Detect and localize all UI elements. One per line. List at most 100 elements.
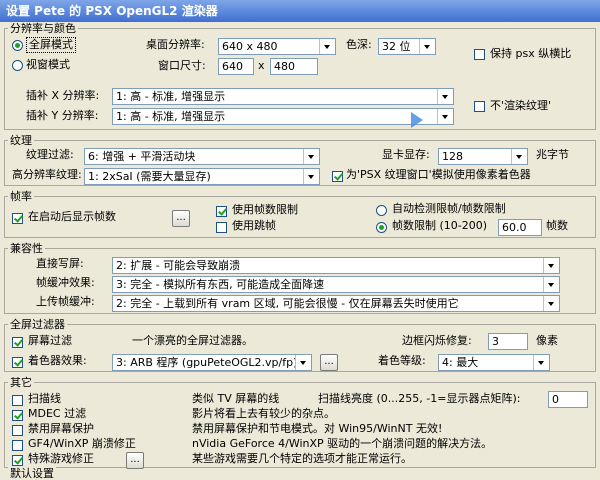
scanlines-label: 扫描线 <box>28 392 61 405</box>
show-fps-label: 在启动后显示帧数 <box>28 210 116 223</box>
scanline-brightness-label: 扫描线亮度 (0...255, -1=显示器点矩阵): <box>318 392 521 405</box>
frame-limit-input[interactable]: 60.0 <box>498 219 542 236</box>
edge-fix-label: 边框闪烁修复: <box>402 334 472 347</box>
chevron-down-icon <box>533 355 549 370</box>
use-frame-skip-label: 使用跳帧 <box>232 219 276 232</box>
window-mode-radio[interactable] <box>12 60 23 71</box>
keep-aspect-label: 保持 psx 纵横比 <box>490 47 572 60</box>
fullscreen-label: 全屏模式 <box>26 37 76 53</box>
use-frame-skip-checkbox[interactable] <box>216 222 227 233</box>
window-title: 设置 Pete 的 PSX OpenGL2 渲染器 <box>0 0 600 22</box>
chevron-down-icon <box>543 296 559 311</box>
vram-label: 显卡显存: <box>382 148 430 161</box>
gf4-fix-desc: nVidia GeForce 4/WinXP 驱动的一个崩溃问题的解决方法。 <box>192 437 493 450</box>
interp-y-label: 插补 Y 分辨率: <box>26 109 99 122</box>
no-render-texture-label: 不'渲染纹理' <box>490 99 552 112</box>
chevron-down-icon <box>319 39 335 54</box>
auto-detect-limit-label: 自动检测限帧/帧数限制 <box>392 202 506 215</box>
desktop-res-select[interactable]: 640 x 480 <box>218 38 336 55</box>
fb-effects-select[interactable]: 3: 完全 - 模拟所有东西, 可能造成全面降速 <box>112 276 560 293</box>
fb-effects-label: 帧缓冲效果: <box>36 276 95 289</box>
chevron-down-icon <box>295 355 311 370</box>
edge-fix-input[interactable]: 3 <box>488 333 528 350</box>
window-width-input[interactable]: 640 <box>218 58 254 75</box>
shader-effect-select[interactable]: 3: ARB 程序 (gpuPeteOGL2.vp/fp) <box>112 354 312 371</box>
window-height-input[interactable]: 480 <box>270 58 318 75</box>
special-game-fix-label: 特殊游戏修正 <box>28 452 94 465</box>
interp-x-label: 插补 X 分辨率: <box>26 89 100 102</box>
fb-upload-label: 上传帧缓冲: <box>36 295 95 308</box>
disable-screensaver-checkbox[interactable] <box>12 425 23 436</box>
chevron-down-icon <box>303 149 319 164</box>
interp-x-value: 1: 高 - 标准, 增强显示 <box>116 90 226 103</box>
shader-effect-value: 3: ARB 程序 (gpuPeteOGL2.vp/fp) <box>116 356 298 369</box>
vram-select[interactable]: 128 <box>438 148 528 165</box>
use-frame-limit-label: 使用帧数限制 <box>232 203 298 216</box>
window-size-label: 窗口尺寸: <box>158 59 206 72</box>
desktop-res-label: 桌面分辨率: <box>146 38 205 51</box>
screen-filter-desc: 一个漂亮的全屏过滤器。 <box>132 334 253 347</box>
interp-x-select[interactable]: 1: 高 - 标准, 增强显示 <box>112 88 454 105</box>
screen-filter-label: 屏幕过滤 <box>28 334 72 347</box>
shader-effect-checkbox[interactable] <box>12 357 23 368</box>
mdec-filter-checkbox[interactable] <box>12 410 23 421</box>
scanlines-checkbox[interactable] <box>12 395 23 406</box>
misc-group-title: 其它 <box>8 376 34 389</box>
direct-write-select[interactable]: 2: 扩展 - 可能会导致崩溃 <box>112 257 560 274</box>
texture-group-title: 纹理 <box>8 134 34 147</box>
show-fps-options-button[interactable]: ... <box>172 210 190 227</box>
fullscreen-radio[interactable] <box>12 40 23 51</box>
frame-limit-label: 帧数限制 (10-200) <box>392 219 488 232</box>
window-mode-label: 视窗模式 <box>26 58 70 71</box>
vram-unit: 兆字节 <box>536 148 569 161</box>
mdec-filter-label: MDEC 过滤 <box>28 407 87 420</box>
scanline-brightness-input[interactable]: 0 <box>548 391 588 408</box>
interp-y-value: 1: 高 - 标准, 增强显示 <box>116 110 226 123</box>
texture-filter-value: 6: 增强 + 平滑活动块 <box>88 150 196 163</box>
psx-texture-window-label: 为'PSX 纹理窗口'模拟使用像素着色器 <box>346 168 531 181</box>
mdec-filter-desc: 影片将看上去有较少的杂点。 <box>192 407 335 420</box>
special-game-fix-desc: 某些游戏需要几个特定的选项才能正常运行。 <box>192 452 412 465</box>
chevron-down-icon <box>543 277 559 292</box>
color-depth-label: 色深: <box>346 38 372 51</box>
hires-texture-select[interactable]: 1: 2xSaI (需要大量显存) <box>84 168 320 185</box>
chevron-down-icon <box>437 89 453 104</box>
mouse-cursor-icon <box>411 112 423 128</box>
fb-upload-select[interactable]: 2: 完全 - 上载到所有 vram 区域, 可能会很慢 - 仅在屏幕丢失时使用… <box>112 295 560 312</box>
chevron-down-icon <box>303 169 319 184</box>
psx-texture-window-checkbox[interactable] <box>332 171 343 182</box>
fb-upload-value: 2: 完全 - 上载到所有 vram 区域, 可能会很慢 - 仅在屏幕丢失时使用… <box>116 297 459 310</box>
fullscreen-filter-group-title: 全屏过滤器 <box>8 318 67 331</box>
interp-y-select[interactable]: 1: 高 - 标准, 增强显示 <box>112 108 454 125</box>
screen-filter-checkbox[interactable] <box>12 337 23 348</box>
color-depth-select[interactable]: 32 位 <box>378 38 436 55</box>
chevron-down-icon <box>419 39 435 54</box>
scanlines-desc: 类似 TV 屏幕的线 <box>192 392 280 405</box>
frame-limit-radio[interactable] <box>376 222 387 233</box>
disable-screensaver-label: 禁用屏幕保护 <box>28 422 94 435</box>
window-size-x: x <box>258 59 265 72</box>
resolution-group-title: 分辨率与颜色 <box>8 22 78 35</box>
disable-screensaver-desc: 禁用屏幕保护和节电模式。对 Win95/WinNT 无效! <box>192 422 443 435</box>
chevron-down-icon <box>511 149 527 164</box>
use-frame-limit-checkbox[interactable] <box>216 206 227 217</box>
shader-options-button[interactable]: ... <box>320 354 338 371</box>
texture-filter-select[interactable]: 6: 增强 + 平滑活动块 <box>84 148 320 165</box>
show-fps-checkbox[interactable] <box>12 213 23 224</box>
fb-effects-value: 3: 完全 - 模拟所有东西, 可能造成全面降速 <box>116 278 325 291</box>
special-game-fix-checkbox[interactable] <box>12 455 23 466</box>
special-game-fix-button[interactable]: ... <box>126 452 144 469</box>
hires-texture-value: 1: 2xSaI (需要大量显存) <box>88 170 211 183</box>
no-render-texture-checkbox[interactable] <box>474 101 485 112</box>
direct-write-label: 直接写屏: <box>36 257 84 270</box>
keep-aspect-checkbox[interactable] <box>474 49 485 60</box>
edge-fix-unit: 像素 <box>536 334 558 347</box>
auto-detect-limit-radio[interactable] <box>376 205 387 216</box>
gf4-fix-checkbox[interactable] <box>12 440 23 451</box>
chevron-down-icon <box>437 109 453 124</box>
gf4-fix-label: GF4/WinXP 崩溃修正 <box>28 437 136 450</box>
shader-level-select[interactable]: 4: 最大 <box>438 354 550 371</box>
frame-limit-unit: 帧数 <box>546 219 568 232</box>
direct-write-value: 2: 扩展 - 可能会导致崩溃 <box>116 259 241 272</box>
chevron-down-icon <box>543 258 559 273</box>
